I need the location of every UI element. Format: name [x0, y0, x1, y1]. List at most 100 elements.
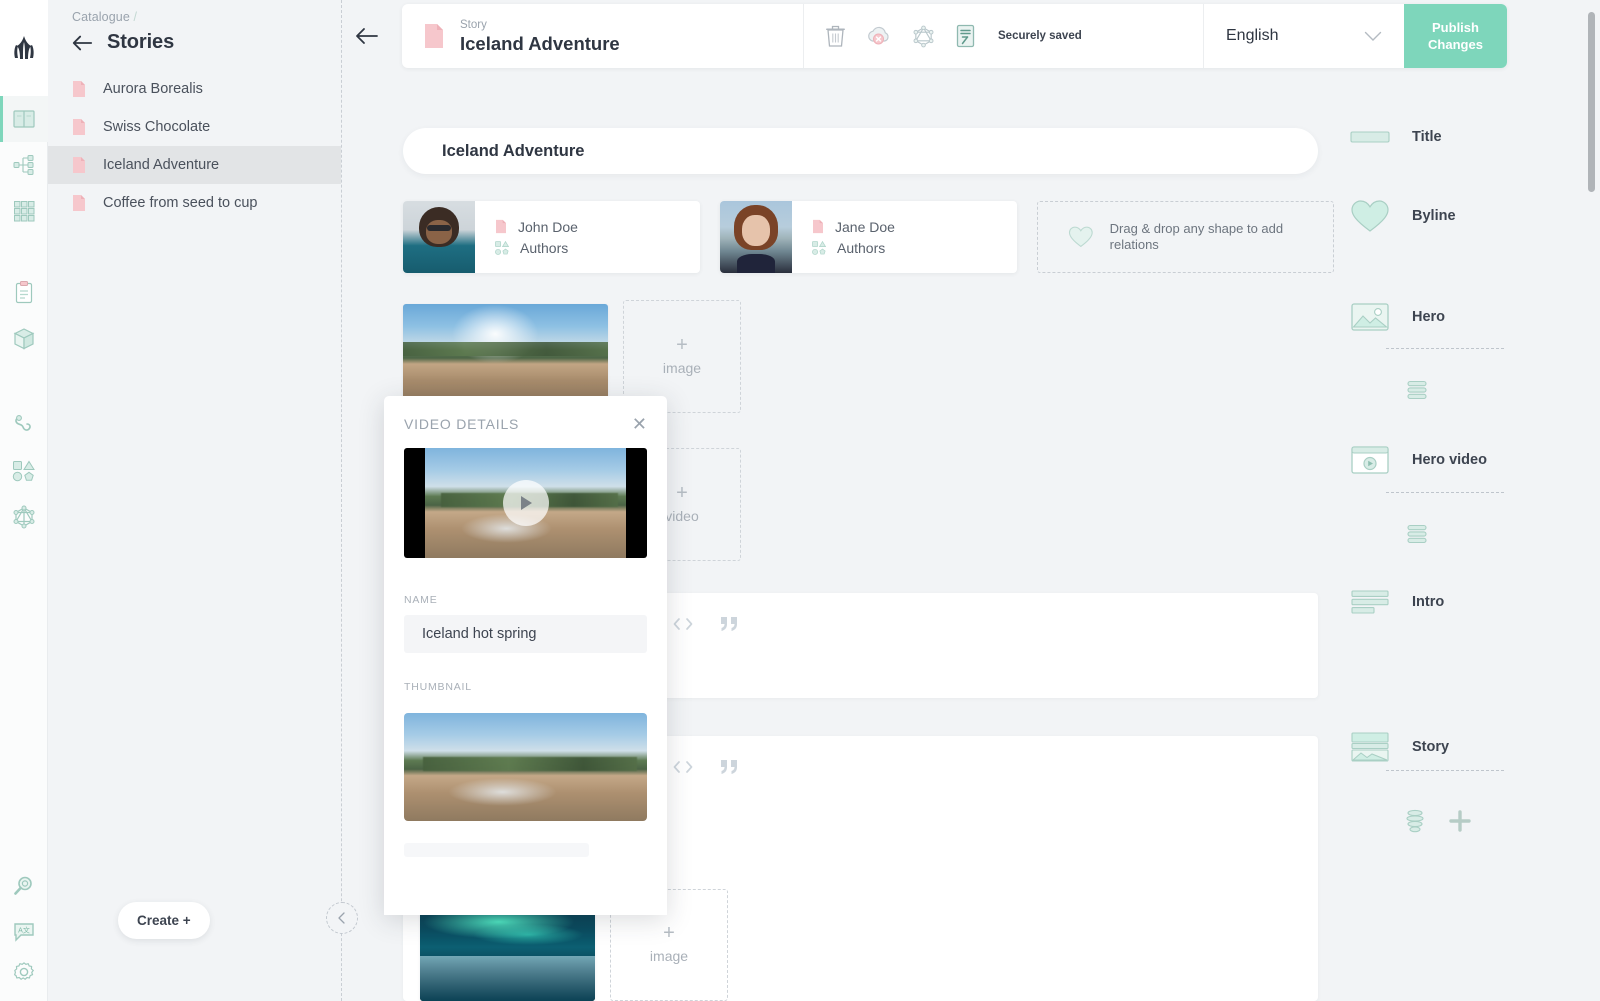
dropzone-label: image	[662, 359, 702, 376]
document-title: Iceland Adventure	[460, 32, 620, 54]
schema-field-label: Byline	[1412, 208, 1456, 224]
back-arrow-icon[interactable]	[71, 32, 93, 54]
rail-translate-button[interactable]: A文	[0, 909, 48, 955]
relation-card-jane-doe[interactable]: Jane Doe Authors	[720, 201, 1017, 273]
list-item-iceland-adventure[interactable]: Iceland Adventure	[48, 146, 341, 184]
document-toolbar: Story Iceland Adventure Securely saved E…	[402, 4, 1507, 68]
status-badge: Securely saved	[998, 30, 1082, 42]
schema-connector-hero	[1386, 348, 1504, 349]
sidebar-item-graphql[interactable]	[0, 494, 48, 540]
sidebar-item-grid[interactable]	[0, 188, 48, 234]
cloud-unpublish-icon[interactable]	[866, 25, 891, 47]
app-logo[interactable]	[0, 0, 48, 96]
document-icon	[425, 24, 443, 48]
sidebar-item-catalogue[interactable]	[0, 96, 48, 142]
sidebar-item-sitemap[interactable]	[0, 142, 48, 188]
stack-icon	[1407, 524, 1427, 544]
schema-stack-hero-video[interactable]	[1406, 523, 1428, 550]
schema-field-title[interactable]: Title	[1350, 128, 1442, 146]
hero-image-block[interactable]	[403, 304, 608, 404]
schema-panel: Title Byline Hero Hero video Intro Story	[1336, 76, 1594, 1001]
component-field-icon	[1351, 732, 1389, 762]
document-icon	[496, 219, 506, 234]
canvas-back-button[interactable]	[355, 25, 379, 47]
heart-icon	[1068, 226, 1093, 248]
play-icon[interactable]	[502, 480, 549, 526]
shapes-icon	[12, 460, 35, 482]
publish-changes-button[interactable]: Publish Changes	[1404, 4, 1507, 68]
schema-field-label: Hero	[1412, 309, 1446, 325]
create-button[interactable]: Create +	[118, 902, 210, 939]
relation-dropzone-label: Drag & drop any shape to add relations	[1109, 221, 1284, 252]
schema-field-hero[interactable]: Hero	[1350, 301, 1445, 333]
sidebar-item-box[interactable]	[0, 316, 48, 362]
rail-settings-button[interactable]	[0, 955, 48, 1001]
plus-icon: +	[663, 922, 675, 944]
catalogue-icon	[12, 110, 35, 128]
sidebar-item-forms[interactable]	[0, 270, 48, 316]
relation-name-row: John Doe	[495, 219, 578, 235]
graphql-icon[interactable]	[912, 25, 935, 48]
name-input[interactable]	[404, 615, 647, 653]
document-icon	[813, 219, 823, 234]
preview-icon[interactable]	[956, 24, 975, 48]
page-scrollbar[interactable]	[1588, 4, 1598, 1001]
schema-field-story[interactable]: Story	[1350, 731, 1449, 763]
schema-stack-story[interactable]	[1405, 809, 1425, 838]
stack-icon	[1407, 380, 1427, 400]
publish-label-line1: Publish	[1432, 20, 1479, 35]
toolbar-actions: Securely saved	[804, 4, 1204, 68]
schema-add-component-button[interactable]	[1449, 810, 1471, 837]
list-item-label: Aurora Borealis	[103, 81, 203, 97]
heart-relation-icon	[1351, 200, 1389, 232]
thumbnail-preview[interactable]	[404, 713, 647, 821]
quote-icon[interactable]	[720, 616, 740, 632]
sidebar-item-shapes[interactable]	[0, 448, 48, 494]
page-scrollbar-thumb[interactable]	[1588, 12, 1595, 192]
list-item-coffee-from-seed-to-cup[interactable]: Coffee from seed to cup	[48, 184, 341, 222]
list-item-swiss-chocolate[interactable]: Swiss Chocolate	[48, 108, 341, 146]
story-list: Aurora Borealis Swiss Chocolate Iceland …	[48, 70, 341, 222]
document-icon	[73, 195, 85, 211]
settings-icon	[13, 962, 34, 980]
document-icon	[73, 119, 85, 135]
title-field-icon	[1350, 131, 1390, 143]
breadcrumb: Catalogue /	[48, 0, 341, 24]
intro-card-toolbar	[672, 616, 740, 632]
close-icon[interactable]: ✕	[632, 415, 647, 433]
trash-icon[interactable]	[826, 25, 845, 47]
avatar	[720, 201, 792, 273]
schema-field-byline[interactable]: Byline	[1350, 198, 1456, 234]
relation-dropzone[interactable]: Drag & drop any shape to add relations	[1037, 201, 1334, 273]
toolbar-document-info: Story Iceland Adventure	[402, 4, 804, 68]
schema-field-hero-video[interactable]: Hero video	[1350, 444, 1487, 476]
publish-label-line2: Changes	[1428, 37, 1483, 52]
sitemap-icon	[13, 155, 33, 175]
title-field-card[interactable]: Iceland Adventure	[403, 128, 1318, 174]
schema-field-intro[interactable]: Intro	[1350, 588, 1444, 616]
name-field-label: NAME	[404, 594, 438, 606]
avatar	[403, 201, 475, 273]
quote-icon[interactable]	[720, 759, 740, 775]
translate-icon: A文	[13, 923, 34, 942]
svg-text:A文: A文	[18, 926, 30, 935]
app-logo-icon	[13, 36, 34, 59]
video-details-modal: VIDEO DETAILS ✕ NAME THUMBNAIL	[384, 396, 667, 915]
schema-connector-hero-video	[1386, 492, 1504, 493]
schema-stack-hero[interactable]	[1406, 379, 1428, 406]
language-selector[interactable]: English	[1204, 4, 1404, 68]
graphql-icon	[13, 505, 34, 529]
shapes-icon	[495, 240, 509, 255]
relation-card-john-doe[interactable]: John Doe Authors	[403, 201, 700, 273]
breadcrumb-catalogue[interactable]: Catalogue	[72, 10, 130, 24]
list-item-aurora-borealis[interactable]: Aurora Borealis	[48, 70, 341, 108]
code-icon[interactable]	[672, 759, 694, 775]
sidebar-item-webhooks[interactable]	[0, 402, 48, 448]
rail-search-button[interactable]	[0, 863, 48, 909]
relation-name: Jane Doe	[835, 218, 895, 235]
plus-icon: +	[676, 333, 688, 356]
code-icon[interactable]	[672, 616, 694, 632]
document-icon	[73, 81, 85, 97]
icon-rail: A文	[0, 0, 48, 1001]
video-preview[interactable]	[404, 448, 647, 558]
